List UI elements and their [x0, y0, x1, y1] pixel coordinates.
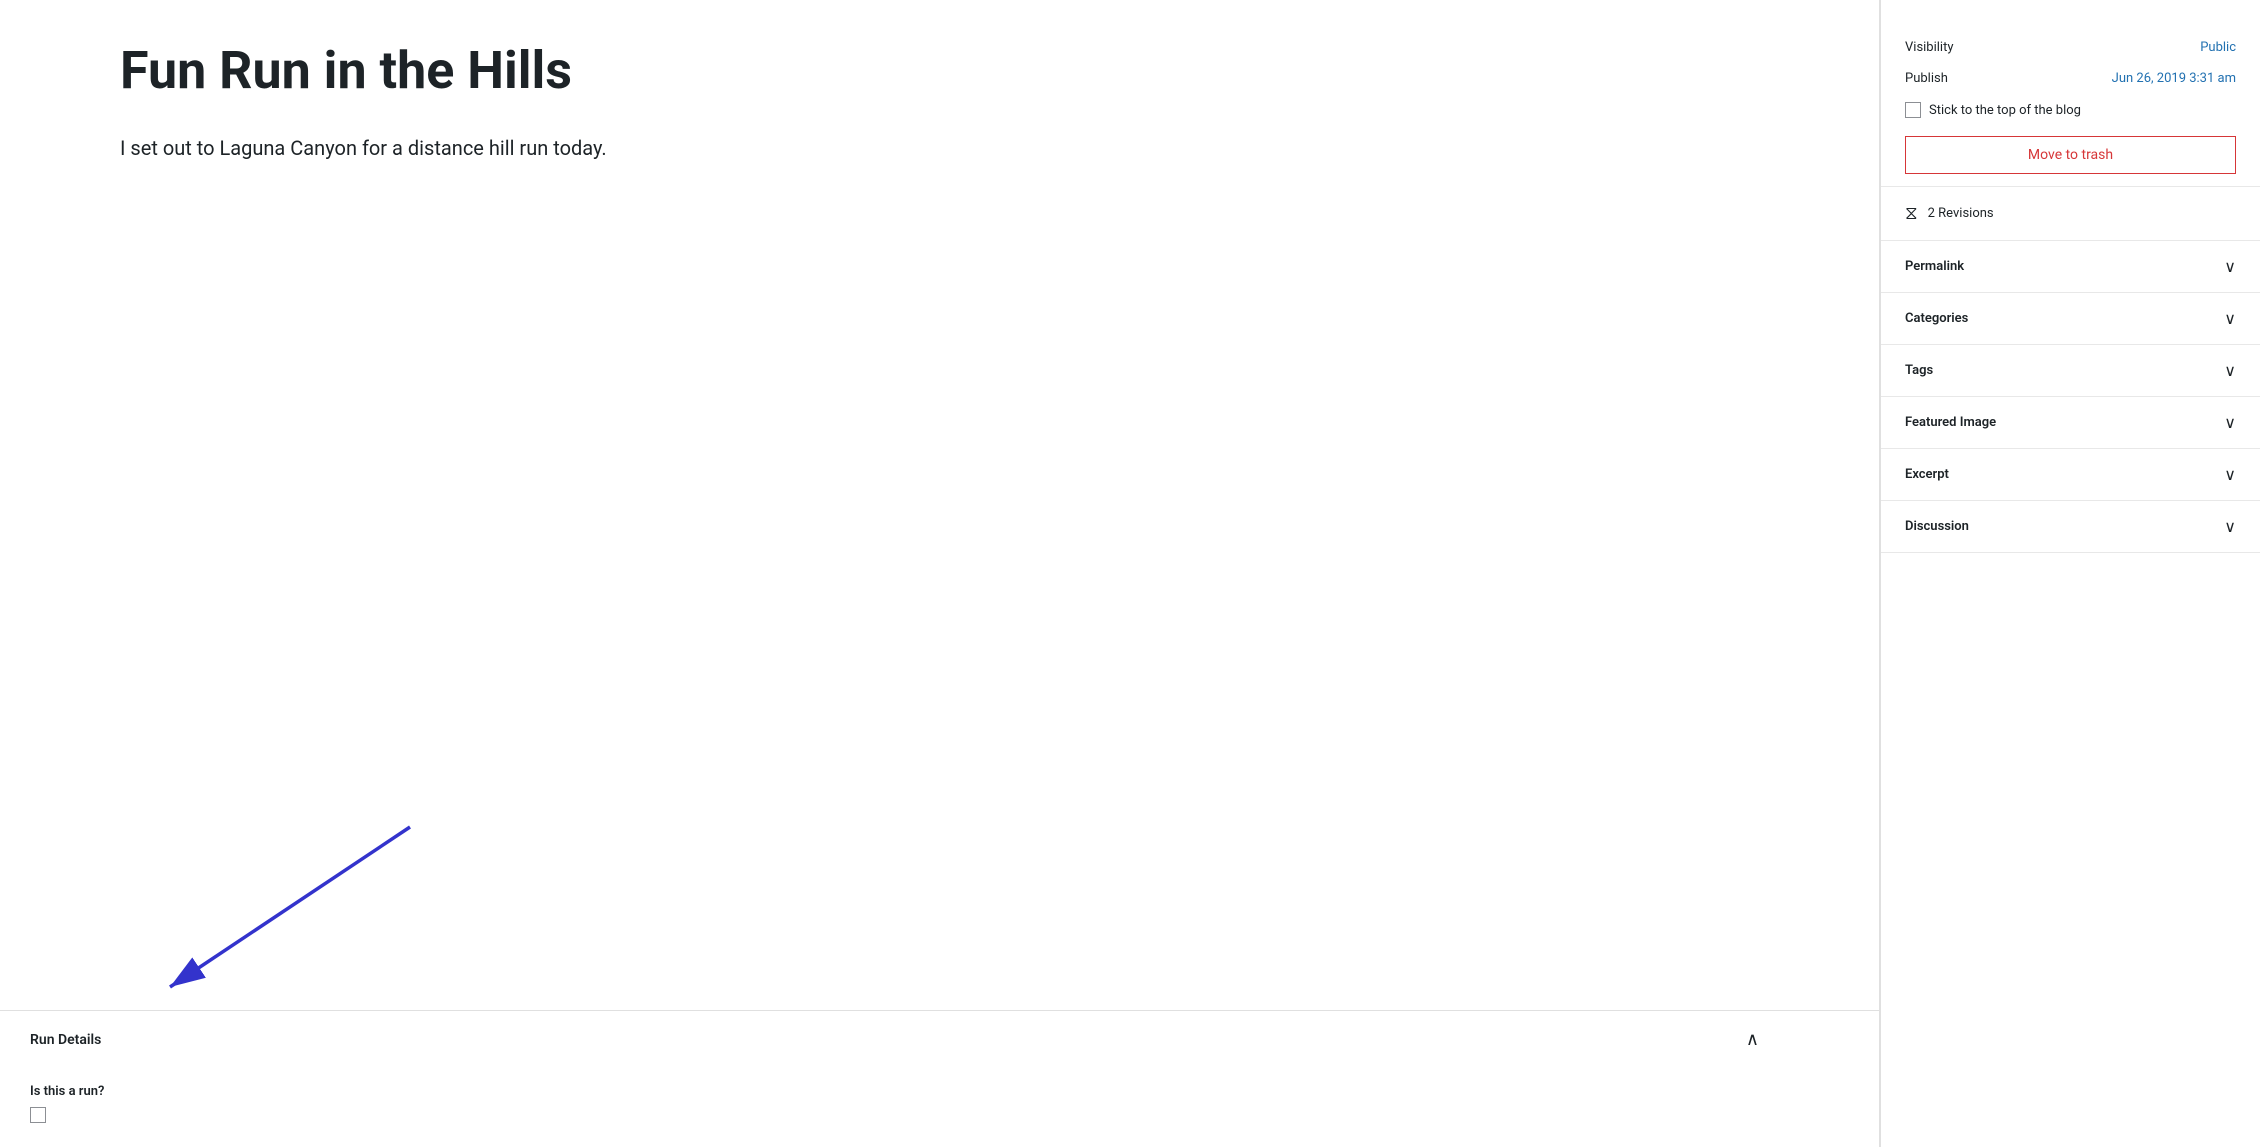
revisions-label: 2 Revisions — [1928, 206, 1994, 221]
publish-section: Visibility Public Publish Jun 26, 2019 3… — [1881, 20, 2260, 187]
discussion-header[interactable]: Discussion ∨ — [1881, 501, 2260, 552]
sidebar: Visibility Public Publish Jun 26, 2019 3… — [1880, 0, 2260, 1147]
is-run-checkbox-row — [30, 1107, 1849, 1123]
accordion-excerpt: Excerpt ∨ — [1881, 449, 2260, 501]
tags-chevron: ∨ — [2224, 361, 2236, 380]
featured-image-header[interactable]: Featured Image ∨ — [1881, 397, 2260, 448]
featured-image-title: Featured Image — [1905, 415, 1996, 430]
excerpt-title: Excerpt — [1905, 467, 1949, 482]
post-title[interactable]: Fun Run in the Hills — [120, 40, 1799, 102]
main-editor-area: Fun Run in the Hills I set out to Laguna… — [0, 0, 1880, 1147]
annotation-arrow — [40, 817, 420, 1017]
accordion-featured-image: Featured Image ∨ — [1881, 397, 2260, 449]
is-run-checkbox[interactable] — [30, 1107, 46, 1123]
revisions-icon: ⧖ — [1905, 203, 1918, 224]
accordion-categories: Categories ∨ — [1881, 293, 2260, 345]
publish-row: Publish Jun 26, 2019 3:31 am — [1905, 63, 2236, 94]
publish-value[interactable]: Jun 26, 2019 3:31 am — [2112, 71, 2236, 86]
sticky-label: Stick to the top of the blog — [1929, 103, 2081, 118]
visibility-label: Visibility — [1905, 40, 1954, 55]
visibility-value[interactable]: Public — [2200, 40, 2236, 55]
accordion-tags: Tags ∨ — [1881, 345, 2260, 397]
excerpt-header[interactable]: Excerpt ∨ — [1881, 449, 2260, 500]
permalink-chevron: ∨ — [2224, 257, 2236, 276]
permalink-title: Permalink — [1905, 259, 1964, 274]
move-to-trash-button[interactable]: Move to trash — [1905, 136, 2236, 174]
revisions-row[interactable]: ⧖ 2 Revisions — [1881, 187, 2260, 241]
excerpt-chevron: ∨ — [2224, 465, 2236, 484]
accordion-permalink: Permalink ∨ — [1881, 241, 2260, 293]
tags-header[interactable]: Tags ∨ — [1881, 345, 2260, 396]
permalink-header[interactable]: Permalink ∨ — [1881, 241, 2260, 292]
run-details-body: Is this a run? — [0, 1068, 1879, 1147]
run-details-panel: Run Details ∧ Is this a run? — [0, 1010, 1879, 1147]
is-run-label: Is this a run? — [30, 1084, 1849, 1099]
publish-label: Publish — [1905, 71, 1948, 86]
featured-image-chevron: ∨ — [2224, 413, 2236, 432]
run-details-label: Run Details — [30, 1032, 101, 1048]
sticky-row: Stick to the top of the blog — [1905, 94, 2236, 126]
categories-chevron: ∨ — [2224, 309, 2236, 328]
accordion-discussion: Discussion ∨ — [1881, 501, 2260, 553]
run-details-chevron: ∧ — [1746, 1029, 1759, 1050]
accordion-list: Permalink ∨ Categories ∨ Tags ∨ Featured… — [1881, 241, 2260, 553]
categories-title: Categories — [1905, 311, 1968, 326]
categories-header[interactable]: Categories ∨ — [1881, 293, 2260, 344]
run-details-header[interactable]: Run Details ∧ — [0, 1011, 1879, 1068]
sticky-checkbox[interactable] — [1905, 102, 1921, 118]
tags-title: Tags — [1905, 363, 1933, 378]
post-body[interactable]: I set out to Laguna Canyon for a distanc… — [120, 132, 1799, 164]
discussion-chevron: ∨ — [2224, 517, 2236, 536]
visibility-row: Visibility Public — [1905, 32, 2236, 63]
discussion-title: Discussion — [1905, 519, 1969, 534]
